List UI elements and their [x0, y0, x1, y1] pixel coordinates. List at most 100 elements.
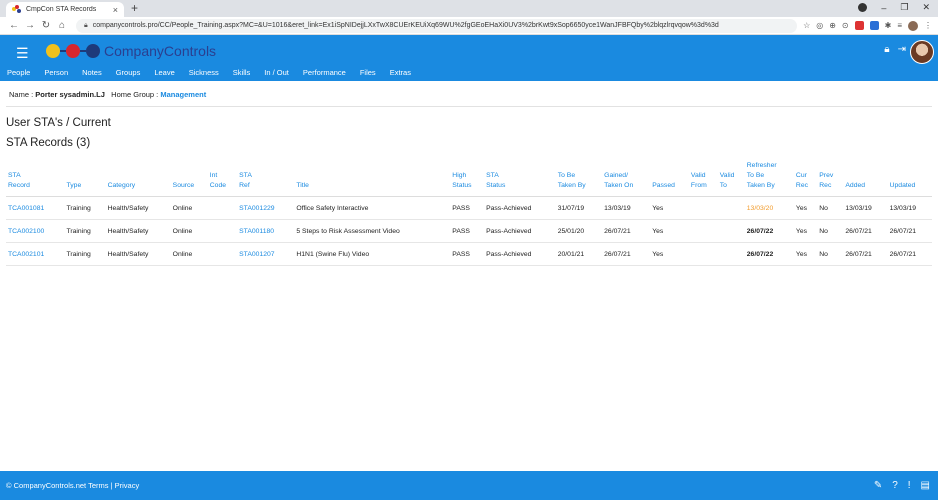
cell-passed: Yes [650, 242, 689, 266]
cell-source: Online [170, 219, 208, 243]
table-row: TCA001081 Training Health/Safety Online STA0… [6, 196, 932, 220]
close-window-icon[interactable]: ✕ [922, 2, 930, 13]
cell-valid-from [688, 196, 718, 220]
cell-cur-rec: Yes [793, 219, 818, 243]
column-header-type[interactable]: Type [64, 159, 106, 197]
extension-red-icon[interactable] [854, 21, 864, 30]
menu-item-sickness[interactable]: Sickness [182, 68, 226, 77]
cell-title: H1N1 (Swine Flu) Video [294, 242, 451, 266]
url-field[interactable]: 🔒︎ companycontrols.pro/CC/People_Trainin… [76, 18, 798, 33]
close-tab-icon[interactable]: × [113, 5, 118, 15]
window-controls: – ❐ ✕ [858, 2, 930, 13]
cell-cur-rec: Yes [793, 196, 818, 220]
menu-icon[interactable]: ▤ [921, 480, 930, 491]
hamburger-menu-icon[interactable]: ☰ [16, 45, 29, 62]
column-header-refresher-to-be-taken-by[interactable]: Refresher To Be Taken By [744, 159, 794, 197]
extension-icon[interactable]: ◎ [816, 21, 823, 30]
menu-item-people[interactable]: People [0, 68, 37, 77]
chat-icon[interactable]: ✎ [874, 480, 882, 491]
column-header-int-code[interactable]: Int Code [207, 159, 238, 197]
cell-prev-rec: No [817, 196, 844, 220]
cell-sta-ref[interactable]: STA001229 [237, 196, 295, 220]
cell-valid-to [717, 242, 745, 266]
menu-item-notes[interactable]: Notes [75, 68, 109, 77]
column-header-passed[interactable]: Passed [650, 159, 689, 197]
browser-tab[interactable]: CmpCon STA Records × [6, 2, 124, 17]
home-icon[interactable]: ⌂ [54, 20, 70, 31]
extension-blue-icon[interactable] [869, 21, 879, 30]
menu-item-performance[interactable]: Performance [296, 68, 353, 77]
footer-text[interactable]: © CompanyControls.net Terms | Privacy [6, 481, 139, 490]
column-header-prev-rec[interactable]: Prev Rec [817, 159, 844, 197]
menu-item-in-out[interactable]: In / Out [257, 68, 296, 77]
cell-int-code [207, 196, 238, 220]
cell-sta-record[interactable]: TCA002100 [6, 219, 65, 243]
column-header-title[interactable]: Title [294, 159, 451, 197]
address-bar-row: ← → ↻ ⌂ 🔒︎ companycontrols.pro/CC/People… [0, 17, 938, 35]
menu-item-leave[interactable]: Leave [147, 68, 181, 77]
minimize-icon[interactable]: – [881, 3, 886, 13]
bookmark-star-icon[interactable]: ☆ [803, 21, 810, 30]
cell-valid-to [717, 196, 745, 220]
cell-category: Health/Safety [105, 219, 171, 243]
cell-prev-rec: No [817, 219, 844, 243]
cell-to-be-taken-by: 31/07/19 [555, 196, 603, 220]
page-title: User STA's / Current [6, 117, 111, 129]
restore-icon[interactable]: ❐ [900, 2, 908, 13]
forward-icon[interactable]: → [22, 20, 38, 31]
cell-int-code [207, 242, 238, 266]
url-text: companycontrols.pro/CC/People_Training.a… [92, 22, 719, 29]
cell-high-status: PASS [450, 196, 485, 220]
column-header-high-status[interactable]: High Status [450, 159, 485, 197]
footer: © CompanyControls.net Terms | Privacy ✎ … [0, 471, 938, 500]
cell-title: Office Safety Interactive [294, 196, 451, 220]
column-header-valid-to[interactable]: Valid To [717, 159, 745, 197]
column-header-cur-rec[interactable]: Cur Rec [793, 159, 818, 197]
menu-item-skills[interactable]: Skills [226, 68, 258, 77]
lock-icon[interactable]: 🔒︎ [884, 44, 889, 55]
menu-item-groups[interactable]: Groups [109, 68, 148, 77]
column-header-to-be-taken-by[interactable]: To Be Taken By [555, 159, 603, 197]
column-header-source[interactable]: Source [170, 159, 208, 197]
media-icon[interactable]: ≡ [897, 21, 902, 30]
profile-circle-icon[interactable] [858, 3, 868, 12]
browser-profile-avatar[interactable] [908, 20, 918, 31]
new-tab-button[interactable]: + [131, 1, 138, 15]
menu-item-extras[interactable]: Extras [383, 68, 418, 77]
column-header-gained-taken-on[interactable]: Gained/Taken On [602, 159, 651, 197]
app-header: ☰ CompanyControls 🔒︎ ⇥ People Person Not… [0, 35, 938, 81]
user-avatar[interactable] [910, 40, 934, 64]
column-header-valid-from[interactable]: Valid From [688, 159, 718, 197]
column-header-sta-status[interactable]: STA Status [484, 159, 556, 197]
brand-logo[interactable]: CompanyControls [46, 43, 216, 59]
cell-added: 13/03/19 [843, 196, 888, 220]
column-header-category[interactable]: Category [105, 159, 171, 197]
table-header-row: STA Record Type Category Source Int Code STA Ref… [6, 159, 932, 197]
column-header-added[interactable]: Added [843, 159, 888, 197]
cell-int-code [207, 219, 238, 243]
column-header-sta-ref[interactable]: STA Ref [237, 159, 295, 197]
back-icon[interactable]: ← [6, 20, 22, 31]
puzzle-icon[interactable]: ✱ [885, 21, 892, 30]
main-menu: People Person Notes Groups Leave Sicknes… [0, 68, 418, 77]
more-menu-icon[interactable]: ⋮ [924, 21, 932, 30]
extension-icon[interactable]: ⊕ [829, 21, 836, 30]
home-group-link[interactable]: Management [160, 90, 206, 99]
cell-sta-record[interactable]: TCA002101 [6, 242, 65, 266]
menu-item-person[interactable]: Person [37, 68, 75, 77]
site-favicon-icon [12, 5, 21, 14]
logout-icon[interactable]: ⇥ [898, 44, 906, 55]
cell-cur-rec: Yes [793, 242, 818, 266]
help-icon[interactable]: ? [892, 480, 898, 491]
cell-sta-record[interactable]: TCA001081 [6, 196, 65, 220]
column-header-updated[interactable]: Updated [887, 159, 932, 197]
extension-icon[interactable]: ⊙ [842, 21, 849, 30]
cell-sta-ref[interactable]: STA001180 [237, 219, 295, 243]
cell-sta-ref[interactable]: STA001207 [237, 242, 295, 266]
reload-icon[interactable]: ↻ [38, 20, 54, 31]
column-header-sta-record[interactable]: STA Record [6, 159, 65, 197]
footer-icons: ✎ ? ! ▤ [874, 480, 930, 491]
menu-item-files[interactable]: Files [353, 68, 383, 77]
cell-to-be-taken-by: 20/01/21 [555, 242, 603, 266]
alert-icon[interactable]: ! [908, 480, 911, 491]
